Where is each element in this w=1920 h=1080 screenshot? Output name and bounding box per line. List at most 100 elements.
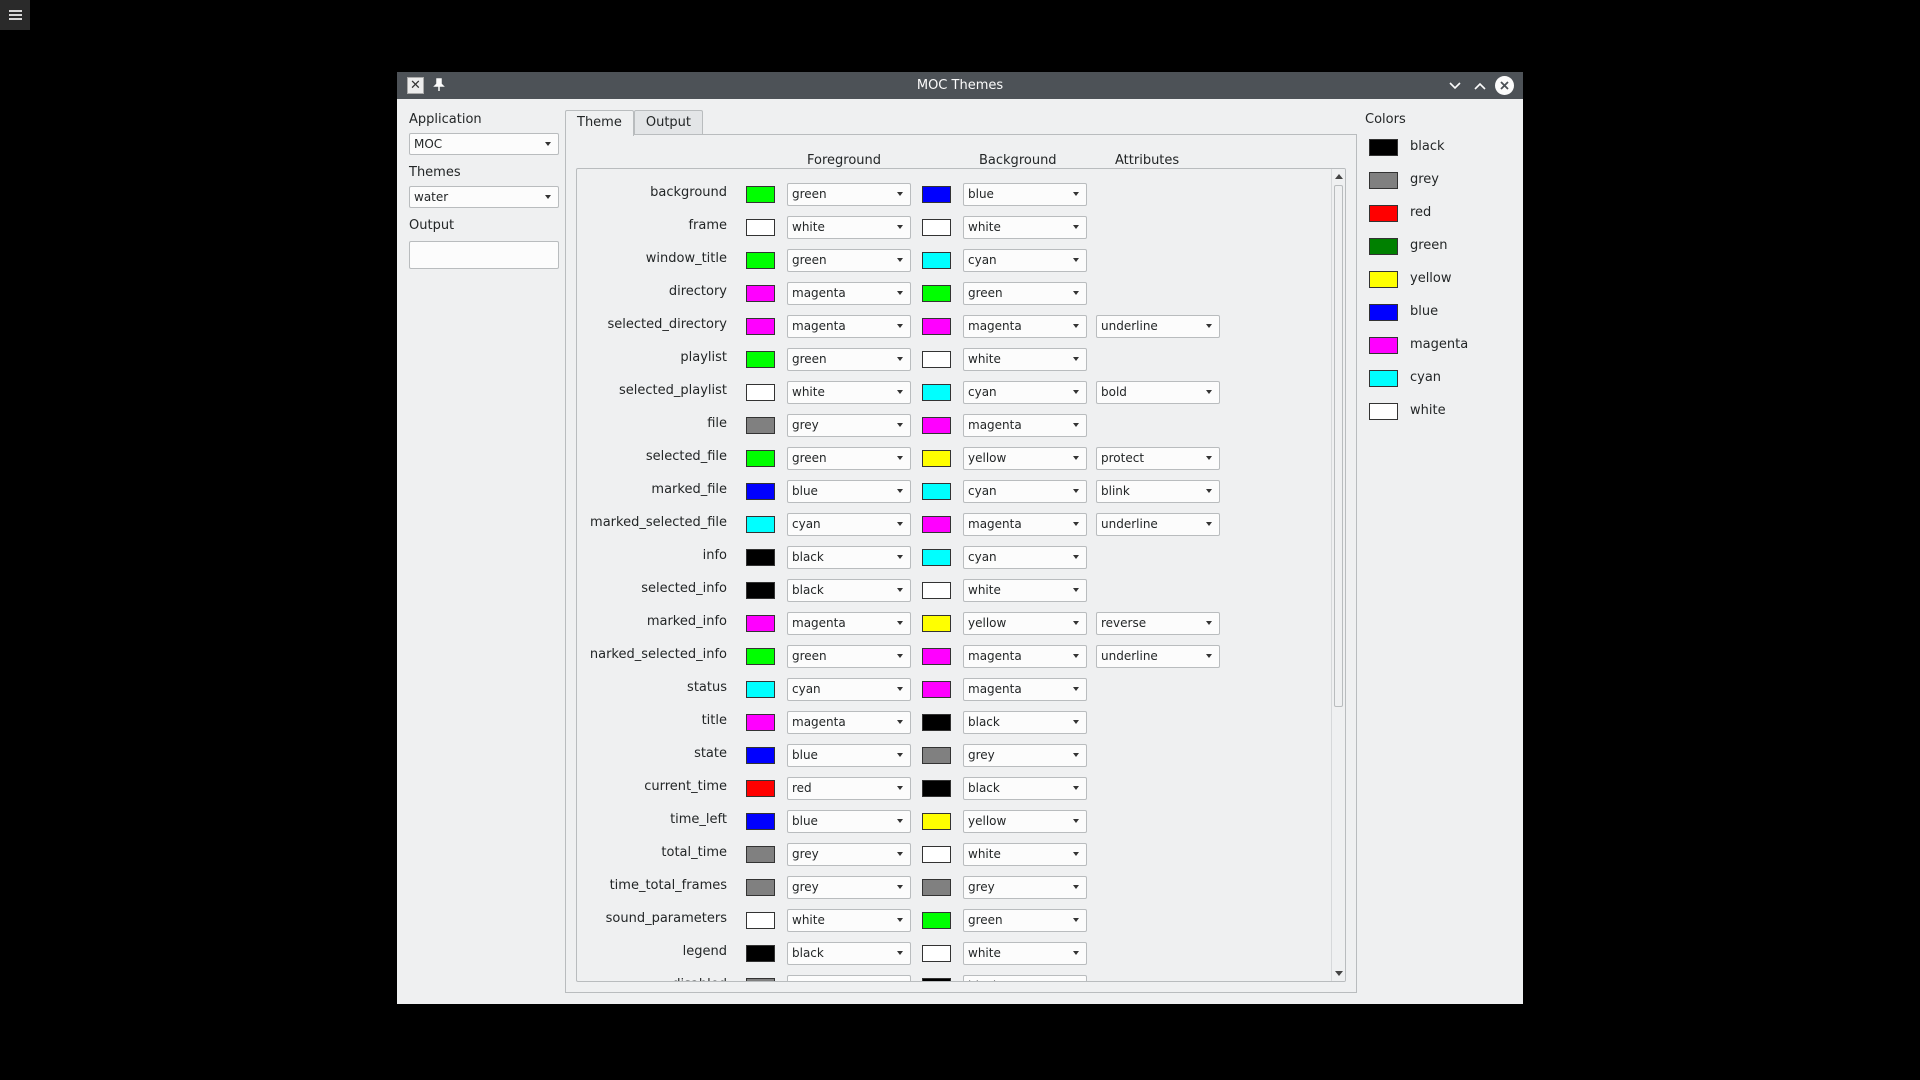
attributes-combo[interactable]: protect [1096, 447, 1220, 470]
foreground-swatch [746, 219, 775, 236]
foreground-combo[interactable]: white [787, 381, 911, 404]
background-combo[interactable]: white [963, 348, 1087, 371]
background-combo[interactable]: grey [963, 744, 1087, 767]
dropdown-arrow-icon [1073, 423, 1079, 427]
theme-row-file: file grey magenta [577, 408, 1327, 441]
attributes-combo[interactable]: underline [1096, 315, 1220, 338]
foreground-combo[interactable]: magenta [787, 612, 911, 635]
row-label: playlist [680, 350, 727, 365]
foreground-combo[interactable]: grey [787, 876, 911, 899]
attributes-combo[interactable]: blink [1096, 480, 1220, 503]
foreground-combo[interactable]: blue [787, 480, 911, 503]
background-combo[interactable]: cyan [963, 546, 1087, 569]
foreground-swatch [746, 351, 775, 368]
foreground-combo[interactable]: cyan [787, 678, 911, 701]
foreground-combo[interactable]: green [787, 645, 911, 668]
background-combo[interactable]: magenta [963, 645, 1087, 668]
themes-combo[interactable]: water [409, 186, 559, 208]
row-label: title [701, 713, 727, 728]
background-combo[interactable]: cyan [963, 249, 1087, 272]
background-combo-value: cyan [968, 550, 997, 564]
foreground-combo[interactable]: white [787, 216, 911, 239]
tab-theme[interactable]: Theme [565, 110, 634, 136]
foreground-combo[interactable]: magenta [787, 315, 911, 338]
foreground-combo[interactable]: cyan [787, 513, 911, 536]
foreground-combo[interactable]: grey [787, 843, 911, 866]
minimize-button[interactable] [1445, 76, 1465, 96]
foreground-combo[interactable]: green [787, 183, 911, 206]
close-icon [1500, 81, 1509, 90]
background-combo[interactable]: white [963, 579, 1087, 602]
color-swatch [1369, 337, 1398, 354]
attributes-combo[interactable]: underline [1096, 513, 1220, 536]
background-combo[interactable]: yellow [963, 810, 1087, 833]
background-combo[interactable]: magenta [963, 678, 1087, 701]
background-combo[interactable]: magenta [963, 315, 1087, 338]
color-name: black [1410, 139, 1445, 154]
output-field[interactable] [409, 241, 559, 269]
chevron-up-icon [1474, 82, 1486, 90]
foreground-combo[interactable]: white [787, 909, 911, 932]
foreground-swatch [746, 879, 775, 896]
foreground-combo[interactable]: green [787, 447, 911, 470]
background-combo[interactable]: cyan [963, 381, 1087, 404]
foreground-combo[interactable]: green [787, 348, 911, 371]
application-combo[interactable]: MOC [409, 133, 559, 155]
foreground-combo-value: white [792, 913, 825, 927]
background-combo[interactable]: white [963, 216, 1087, 239]
foreground-combo[interactable]: magenta [787, 282, 911, 305]
close-button[interactable] [1495, 76, 1514, 95]
foreground-combo[interactable]: black [787, 579, 911, 602]
background-combo[interactable]: cyan [963, 480, 1087, 503]
theme-row-window_title: window_title green cyan [577, 243, 1327, 276]
background-combo[interactable]: grey [963, 876, 1087, 899]
row-label: state [694, 746, 727, 761]
background-combo-value: magenta [968, 517, 1022, 531]
foreground-combo[interactable]: grey [787, 975, 911, 981]
background-combo[interactable]: white [963, 942, 1087, 965]
background-combo[interactable]: magenta [963, 513, 1087, 536]
background-combo[interactable]: green [963, 909, 1087, 932]
color-item-green: green [1365, 232, 1515, 265]
foreground-combo[interactable]: green [787, 249, 911, 272]
tab-output[interactable]: Output [633, 110, 704, 135]
color-swatch [1369, 139, 1398, 156]
foreground-combo[interactable]: grey [787, 414, 911, 437]
attributes-combo-value: underline [1101, 517, 1158, 531]
background-combo[interactable]: black [963, 711, 1087, 734]
color-item-black: black [1365, 133, 1515, 166]
theme-row-narked_selected_info: narked_selected_info green magenta underlin… [577, 639, 1327, 672]
scroll-down-icon[interactable] [1335, 971, 1343, 976]
background-combo[interactable]: yellow [963, 612, 1087, 635]
foreground-combo[interactable]: magenta [787, 711, 911, 734]
scrollbar-thumb[interactable] [1334, 185, 1343, 707]
background-combo[interactable]: yellow [963, 447, 1087, 470]
foreground-swatch [746, 516, 775, 533]
foreground-combo[interactable]: blue [787, 810, 911, 833]
hamburger-menu-button[interactable] [0, 0, 30, 30]
background-combo[interactable]: magenta [963, 414, 1087, 437]
background-combo[interactable]: white [963, 843, 1087, 866]
foreground-swatch [746, 780, 775, 797]
dropdown-arrow-icon [1073, 357, 1079, 361]
foreground-combo[interactable]: red [787, 777, 911, 800]
maximize-button[interactable] [1470, 76, 1490, 96]
dropdown-arrow-icon [897, 423, 903, 427]
background-combo[interactable]: black [963, 777, 1087, 800]
theme-row-selected_playlist: selected_playlist white cyan bold [577, 375, 1327, 408]
foreground-combo[interactable]: black [787, 546, 911, 569]
row-label: time_total_frames [609, 878, 727, 893]
background-combo[interactable]: black [963, 975, 1087, 981]
background-combo[interactable]: green [963, 282, 1087, 305]
attributes-combo[interactable]: underline [1096, 645, 1220, 668]
vertical-scrollbar[interactable] [1331, 169, 1345, 981]
foreground-combo[interactable]: black [787, 942, 911, 965]
foreground-swatch [746, 450, 775, 467]
theme-scroll-area[interactable]: background green blue frame white white window… [576, 168, 1346, 982]
background-combo[interactable]: blue [963, 183, 1087, 206]
color-item-blue: blue [1365, 298, 1515, 331]
attributes-combo[interactable]: reverse [1096, 612, 1220, 635]
attributes-combo[interactable]: bold [1096, 381, 1220, 404]
foreground-combo[interactable]: blue [787, 744, 911, 767]
scroll-up-icon[interactable] [1335, 174, 1343, 179]
